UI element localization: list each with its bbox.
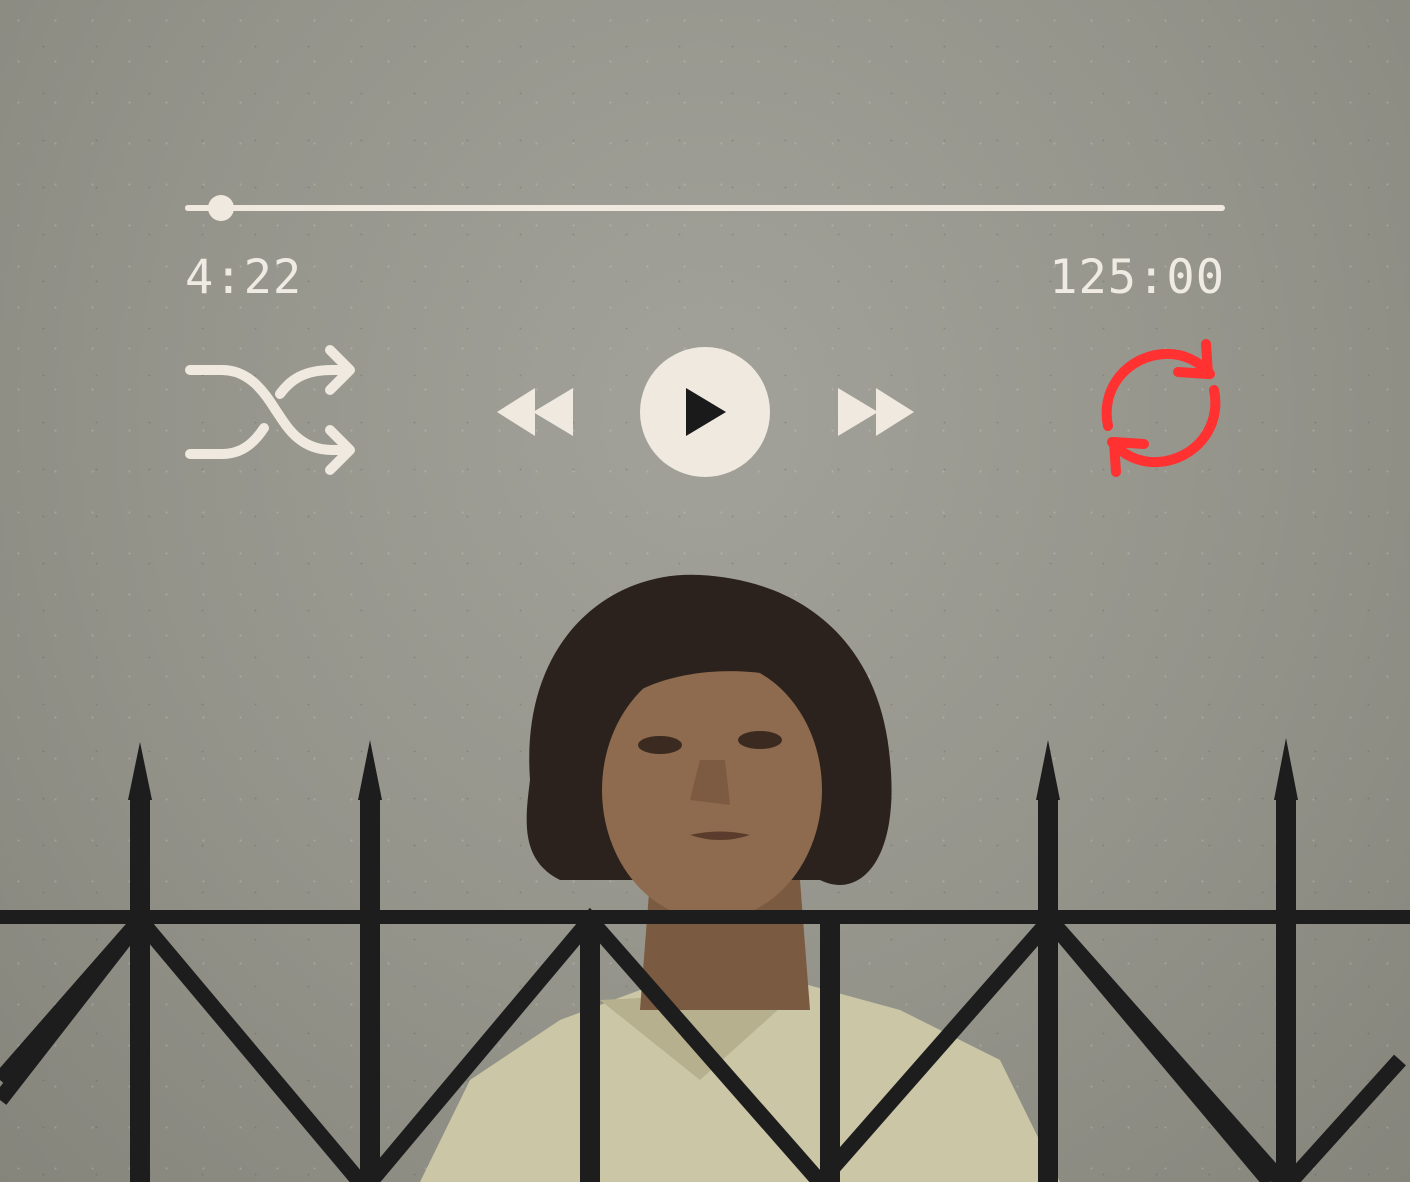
play-button[interactable] — [640, 347, 770, 477]
progress-bar[interactable] — [185, 195, 1225, 221]
elapsed-time: 4:22 — [185, 250, 303, 305]
repeat-button[interactable] — [1094, 338, 1228, 478]
music-player-controls: 4:22 125:00 — [0, 0, 1410, 520]
repeat-icon — [1101, 339, 1221, 477]
total-time: 125:00 — [1049, 250, 1225, 305]
shuffle-button[interactable] — [182, 342, 357, 478]
progress-handle[interactable] — [208, 195, 235, 221]
shuffle-icon — [185, 345, 355, 475]
rewind-button[interactable] — [493, 384, 577, 440]
rewind-icon — [497, 388, 573, 436]
fast-forward-icon — [838, 388, 914, 436]
fast-forward-button[interactable] — [834, 384, 918, 440]
play-icon — [686, 388, 726, 436]
